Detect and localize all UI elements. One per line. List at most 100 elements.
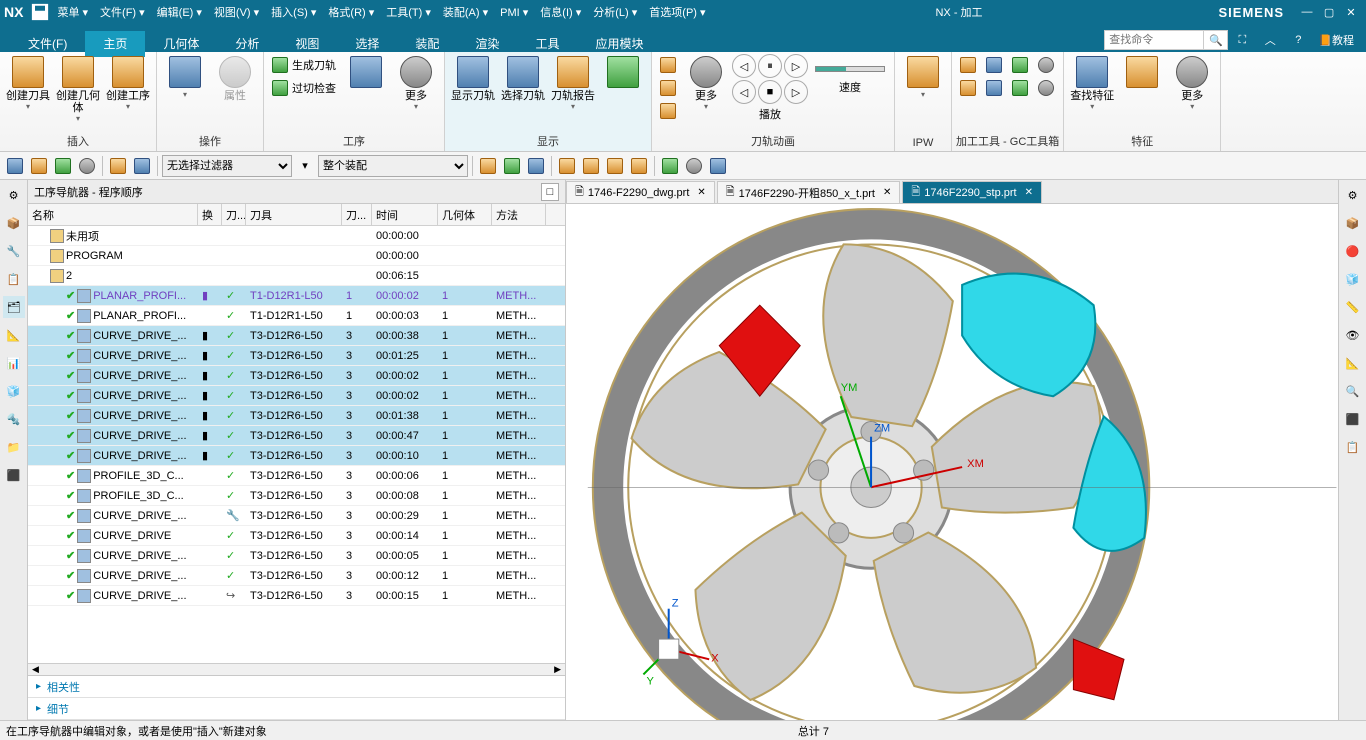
anim-btn-1[interactable] [656, 54, 680, 76]
tree-row[interactable]: PROGRAM00:00:00 [28, 246, 565, 266]
tb-10[interactable] [525, 155, 547, 177]
rr-5[interactable]: 📏 [1342, 296, 1364, 318]
create-operation-button[interactable]: 创建工序▾ [104, 54, 152, 113]
search-input[interactable] [1104, 30, 1204, 50]
tb-14[interactable] [628, 155, 650, 177]
minimize-button[interactable]: — [1298, 3, 1316, 21]
create-tool-button[interactable]: 创建刀具▾ [4, 54, 52, 113]
action-button[interactable]: ▾ [161, 54, 209, 101]
properties-button[interactable]: 属性 [211, 54, 259, 104]
rr-7[interactable]: 📐 [1342, 352, 1364, 374]
rewind-icon[interactable]: ◁ [732, 80, 756, 104]
doc-tab-2[interactable]: 🗎1746F2290_stp.prt✕ [902, 181, 1042, 203]
gc-1[interactable] [956, 54, 980, 76]
speed-button[interactable]: 速度 [810, 54, 890, 96]
tb-12[interactable] [580, 155, 602, 177]
col-dj[interactable]: 刀... [342, 204, 372, 225]
rail-a[interactable]: 📐 [3, 324, 25, 346]
menu-7[interactable]: 装配(A) ▾ [437, 7, 494, 19]
create-geometry-button[interactable]: 创建几何体▾ [54, 54, 102, 125]
tb-16[interactable] [683, 155, 705, 177]
tb-13[interactable] [604, 155, 626, 177]
tb-7[interactable]: ▾ [294, 155, 316, 177]
tb-2[interactable] [28, 155, 50, 177]
step-back-icon[interactable]: ◁ [732, 54, 756, 78]
tb-11[interactable] [556, 155, 578, 177]
tree-row[interactable]: ✔PLANAR_PROFI...▮✓T1-D12R1-L50100:00:021… [28, 286, 565, 306]
3d-canvas[interactable]: XM YM ZM X Y Z [566, 204, 1338, 720]
more-feat-button[interactable]: 更多▾ [1168, 54, 1216, 113]
pause-icon[interactable]: ⏸ [758, 54, 782, 78]
find-feature-button[interactable]: 查找特征▾ [1068, 54, 1116, 113]
scroll-left[interactable]: ◀ [28, 664, 43, 675]
gc-5[interactable] [1008, 54, 1032, 76]
close-icon[interactable]: ✕ [883, 187, 891, 198]
gc-4[interactable] [982, 77, 1006, 99]
details-panel[interactable]: 细节 [28, 698, 565, 720]
rail-ops-icon[interactable]: 🗂 [3, 296, 25, 318]
menu-5[interactable]: 格式(R) ▾ [322, 7, 380, 19]
rr-6[interactable]: 👁 [1342, 324, 1364, 346]
select-toolpath-button[interactable]: 选择刀轨 [499, 54, 547, 104]
menu-8[interactable]: PMI ▾ [494, 7, 534, 19]
menu-6[interactable]: 工具(T) ▾ [380, 7, 437, 19]
maximize-button[interactable]: ▢ [1320, 3, 1338, 21]
anim-btn-2[interactable] [656, 77, 680, 99]
rr-10[interactable]: 📋 [1342, 436, 1364, 458]
col-tool-short[interactable]: 刀... [222, 204, 246, 225]
tree-row[interactable]: ✔CURVE_DRIVE✓T3-D12R6-L50300:00:141METH.… [28, 526, 565, 546]
nav-pin-icon[interactable]: □ [541, 183, 559, 201]
search-icon[interactable]: 🔍 [1204, 30, 1228, 50]
tutorial-link[interactable]: 📙 教程 [1314, 28, 1358, 52]
rr-3[interactable]: 🔴 [1342, 240, 1364, 262]
menu-11[interactable]: 首选项(P) ▾ [643, 7, 711, 19]
menu-10[interactable]: 分析(L) ▾ [587, 7, 643, 19]
col-name[interactable]: 名称 [28, 204, 198, 225]
gc-3[interactable] [982, 54, 1006, 76]
more-ops-button[interactable]: 更多▾ [392, 54, 440, 113]
feat-2[interactable] [1118, 54, 1166, 92]
tb-15[interactable] [659, 155, 681, 177]
tb-8[interactable] [477, 155, 499, 177]
rail-d[interactable]: 🔩 [3, 408, 25, 430]
tb-17[interactable] [707, 155, 729, 177]
tree-row[interactable]: ✔CURVE_DRIVE_...✓T3-D12R6-L50300:00:051M… [28, 546, 565, 566]
rr-8[interactable]: 🔍 [1342, 380, 1364, 402]
tree-row[interactable]: ✔PLANAR_PROFI...✓T1-D12R1-L50100:00:031M… [28, 306, 565, 326]
gc-6[interactable] [1008, 77, 1032, 99]
tb-9[interactable] [501, 155, 523, 177]
rail-tree-icon[interactable]: 📋 [3, 268, 25, 290]
tree-row[interactable]: ✔CURVE_DRIVE_...▮✓T3-D12R6-L50300:01:251… [28, 346, 565, 366]
anim-btn-3[interactable] [656, 100, 680, 122]
tb-5[interactable] [107, 155, 129, 177]
tree-row[interactable]: ✔CURVE_DRIVE_...↪T3-D12R6-L50300:00:151M… [28, 586, 565, 606]
tree-row[interactable]: 200:06:15 [28, 266, 565, 286]
filter-select-1[interactable]: 无选择过滤器 [162, 155, 292, 177]
col-time[interactable]: 时间 [372, 204, 438, 225]
rail-nav-icon[interactable]: 📦 [3, 212, 25, 234]
tree-row[interactable]: ✔CURVE_DRIVE_...▮✓T3-D12R6-L50300:01:381… [28, 406, 565, 426]
rr-9[interactable]: ⬛ [1342, 408, 1364, 430]
rail-e[interactable]: 📁 [3, 436, 25, 458]
gc-7[interactable] [1034, 54, 1058, 76]
fullscreen-icon[interactable]: ⛶ [1230, 28, 1254, 52]
tree-row[interactable]: ✔CURVE_DRIVE_...▮✓T3-D12R6-L50300:00:471… [28, 426, 565, 446]
ipw-button[interactable]: ▾ [899, 54, 947, 101]
gc-2[interactable] [956, 77, 980, 99]
help-icon[interactable]: ? [1286, 28, 1310, 52]
rail-settings-icon[interactable]: ⚙ [3, 184, 25, 206]
menu-9[interactable]: 信息(I) ▾ [534, 7, 587, 19]
close-icon[interactable]: ✕ [697, 187, 705, 198]
display-icon[interactable] [599, 54, 647, 92]
col-change[interactable]: 换 [198, 204, 222, 225]
rr-4[interactable]: 🧊 [1342, 268, 1364, 290]
close-button[interactable]: ✕ [1342, 3, 1360, 21]
tree-row[interactable]: 未用项00:00:00 [28, 226, 565, 246]
close-icon[interactable]: ✕ [1025, 187, 1033, 198]
rr-2[interactable]: 📦 [1342, 212, 1364, 234]
show-toolpath-button[interactable]: 显示刀轨 [449, 54, 497, 104]
toolpath-report-button[interactable]: 刀轨报告▾ [549, 54, 597, 113]
related-panel[interactable]: 相关性 [28, 676, 565, 698]
save-icon[interactable] [30, 2, 50, 22]
rail-b[interactable]: 📊 [3, 352, 25, 374]
